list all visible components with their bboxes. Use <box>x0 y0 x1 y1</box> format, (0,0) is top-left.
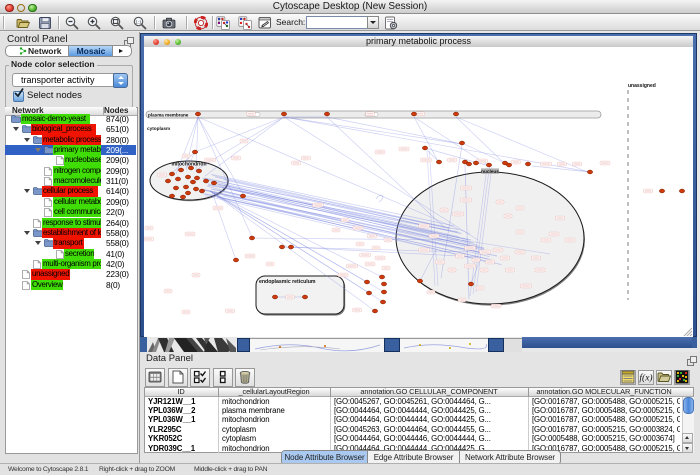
svg-text:cytoplasm: cytoplasm <box>147 126 170 131</box>
svg-text:f(x): f(x) <box>639 373 652 384</box>
svg-text:unassigned: unassigned <box>628 83 656 89</box>
svg-text:nucleus: nucleus <box>481 169 499 174</box>
svg-text:1:1: 1:1 <box>135 19 142 24</box>
svg-text:plasma membrane: plasma membrane <box>148 112 189 117</box>
svg-text:endoplasmic reticulum: endoplasmic reticulum <box>259 279 316 285</box>
